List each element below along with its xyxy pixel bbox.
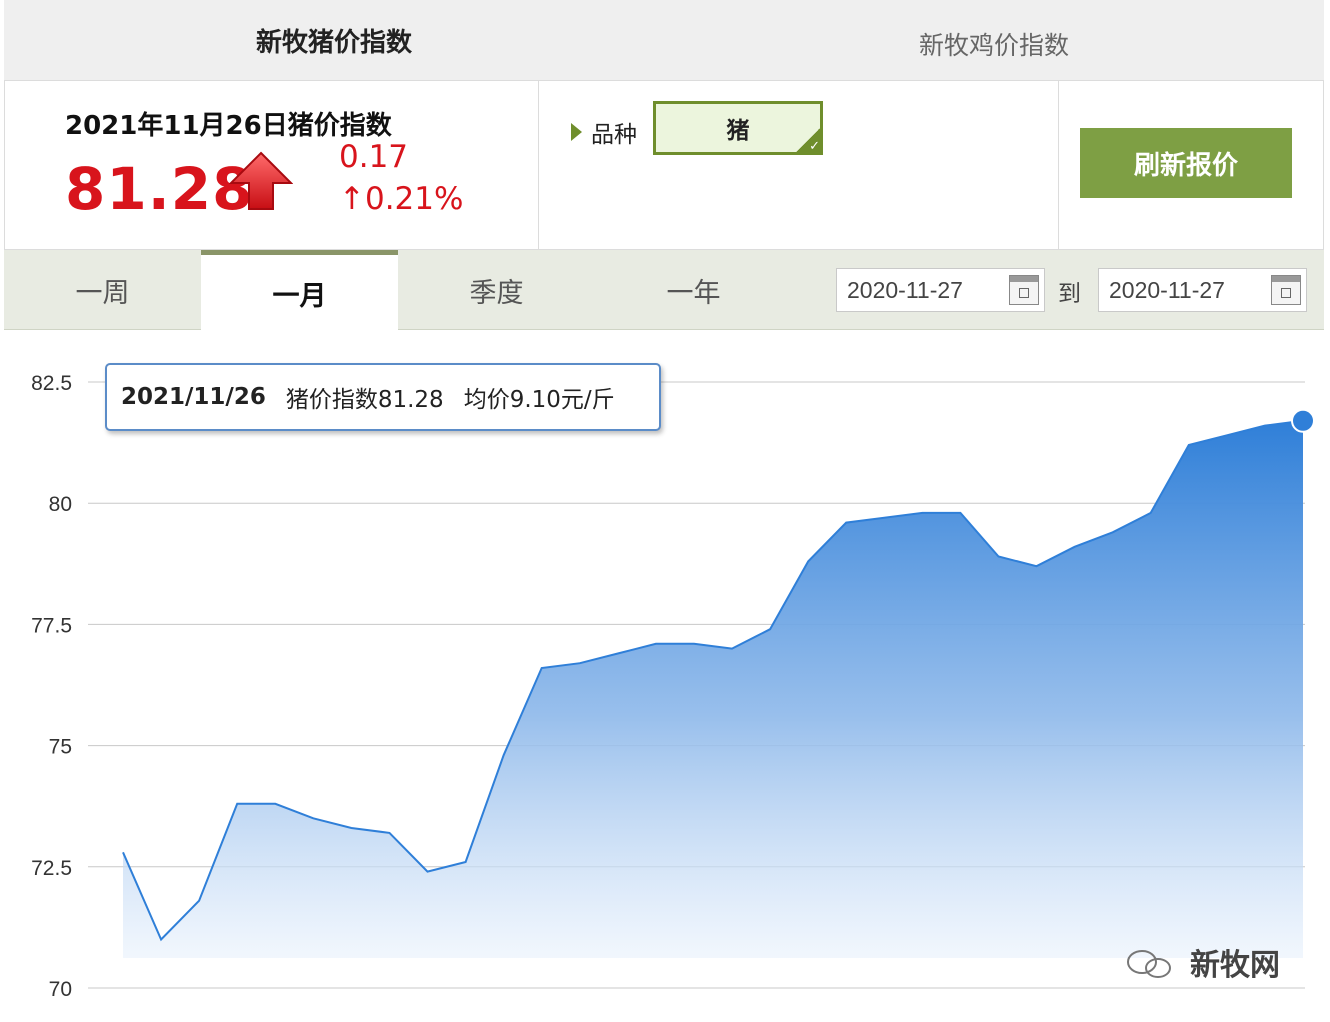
- check-icon: ✓: [794, 126, 820, 152]
- y-tick-label: 72.5: [31, 857, 72, 880]
- pig-price-chart: 70 72.5 75 77.5 80 82.5: [31, 372, 1315, 1001]
- variety-selected-value: 猪: [726, 118, 750, 144]
- tab-month[interactable]: 一月: [201, 250, 398, 331]
- tab-pig-index[interactable]: 新牧猪价指数: [4, 0, 664, 80]
- y-tick-label: 70: [49, 978, 72, 1001]
- index-date-title: 2021年11月26日猪价指数: [65, 111, 392, 141]
- area-fill: [123, 420, 1303, 958]
- start-date-input[interactable]: 2020-11-27: [836, 268, 1045, 312]
- start-date-value: 2020-11-27: [847, 276, 963, 303]
- summary-panel: 2021年11月26日猪价指数 81.28 0.17 ↑0.21% 品种 猪 ✓…: [4, 80, 1324, 250]
- watermark: 新牧网: [1190, 948, 1280, 983]
- up-arrow-icon: [228, 151, 294, 215]
- y-tick-label: 75: [49, 736, 72, 759]
- period-tab-bar: 一周 一月 季度 一年 2020-11-27 到 2020-11-27: [4, 250, 1324, 331]
- calendar-icon[interactable]: [1009, 275, 1039, 305]
- variety-label: 品种: [591, 122, 637, 148]
- refresh-quote-button[interactable]: 刷新报价: [1080, 128, 1292, 198]
- tab-year[interactable]: 一年: [595, 250, 792, 330]
- tooltip-index: 猪价指数81.28: [285, 387, 444, 413]
- index-value: 81.28: [65, 155, 254, 223]
- tooltip-average: 均价9.10元/斤: [463, 387, 615, 413]
- y-tick-label: 82.5: [31, 372, 72, 395]
- divider: [538, 81, 539, 249]
- change-absolute: 0.17: [339, 139, 409, 175]
- highlighted-data-point[interactable]: [1291, 408, 1315, 433]
- y-tick-label: 80: [49, 493, 72, 516]
- change-percent: ↑0.21%: [339, 181, 464, 217]
- tab-week[interactable]: 一周: [4, 250, 201, 330]
- caret-right-icon: [571, 123, 582, 141]
- tab-chicken-index[interactable]: 新牧鸡价指数: [664, 0, 1324, 80]
- end-date-input[interactable]: 2020-11-27: [1098, 268, 1307, 312]
- y-tick-label: 77.5: [31, 614, 72, 637]
- chart-tooltip: 2021/11/26 猪价指数81.28 均价9.10元/斤: [105, 363, 661, 431]
- calendar-icon[interactable]: [1271, 275, 1301, 305]
- tooltip-date: 2021/11/26: [121, 384, 266, 410]
- wechat-icon: [1124, 944, 1180, 988]
- end-date-value: 2020-11-27: [1109, 276, 1225, 303]
- divider: [1058, 81, 1059, 249]
- variety-select[interactable]: 猪 ✓: [653, 101, 823, 155]
- tab-quarter[interactable]: 季度: [398, 250, 595, 330]
- index-tab-bar: 新牧猪价指数 新牧鸡价指数: [4, 0, 1324, 80]
- date-range-separator: 到: [1058, 281, 1081, 307]
